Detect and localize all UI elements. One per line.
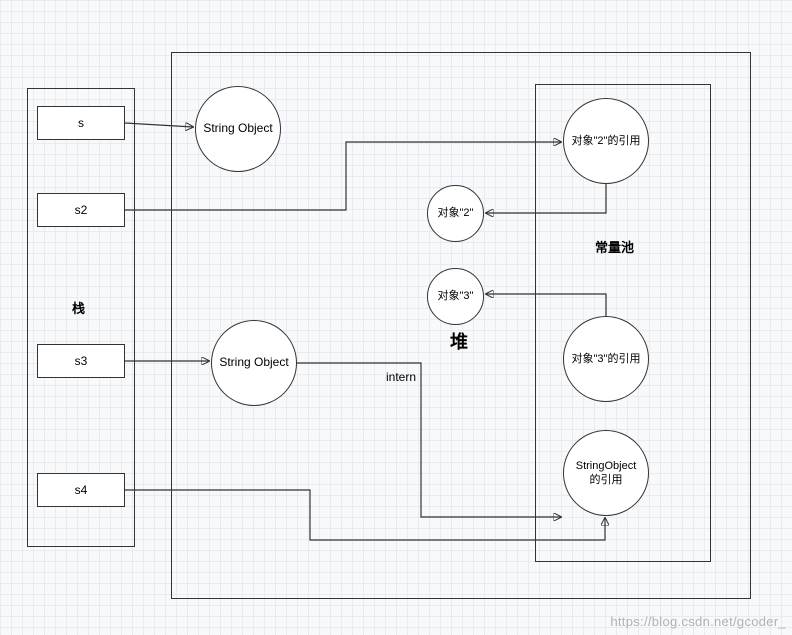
var-text: s2 — [75, 203, 88, 217]
intern-label: intern — [386, 370, 416, 384]
circle-text: 对象"3" — [438, 289, 474, 303]
string-object-2: String Object — [211, 320, 297, 406]
var-text: s4 — [75, 483, 88, 497]
circle-text: 对象"2"的引用 — [572, 134, 641, 148]
ref-2: 对象"2"的引用 — [563, 98, 649, 184]
heap-label: 堆 — [450, 328, 468, 354]
circle-text: 对象"2" — [438, 206, 474, 220]
circle-text: StringObject 的引用 — [576, 459, 637, 488]
circle-text: String Object — [219, 355, 288, 371]
var-text: s — [78, 116, 84, 130]
stack-label: 栈 — [72, 298, 85, 317]
ref-3: 对象"3"的引用 — [563, 316, 649, 402]
constant-pool-label: 常量池 — [595, 237, 634, 256]
var-text: s3 — [75, 354, 88, 368]
var-s: s — [37, 106, 125, 140]
watermark: https://blog.csdn.net/gcoder_ — [610, 614, 786, 629]
ref-string-object: StringObject 的引用 — [563, 430, 649, 516]
obj-3: 对象"3" — [427, 268, 484, 325]
circle-text: 对象"3"的引用 — [572, 352, 641, 366]
var-s4: s4 — [37, 473, 125, 507]
string-object-1: String Object — [195, 86, 281, 172]
var-s3: s3 — [37, 344, 125, 378]
var-s2: s2 — [37, 193, 125, 227]
circle-text: String Object — [203, 121, 272, 137]
obj-2: 对象"2" — [427, 185, 484, 242]
